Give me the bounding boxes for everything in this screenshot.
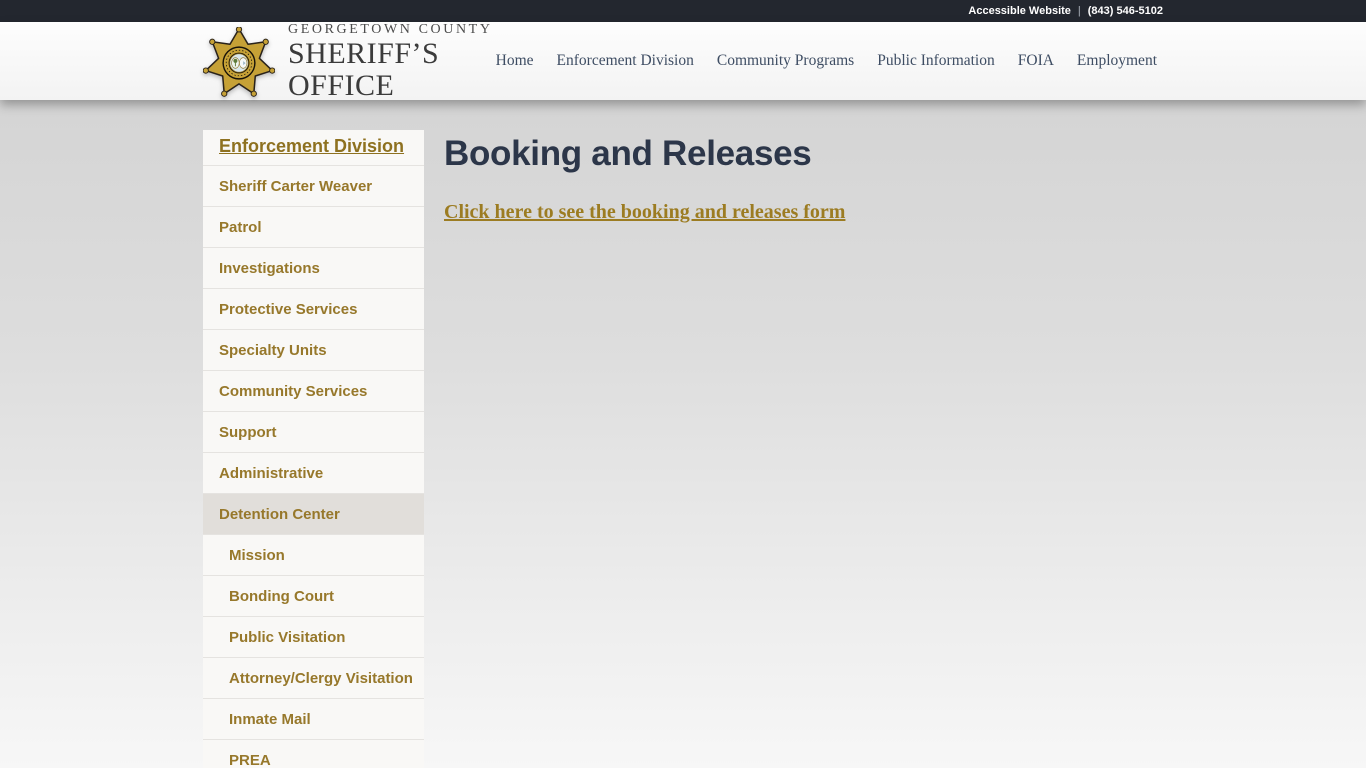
sidebar-header-enforcement-division[interactable]: Enforcement Division	[203, 130, 424, 166]
sidebar-items: Sheriff Carter Weaver Patrol Investigation…	[203, 166, 424, 768]
main-content: Booking and Releases Click here to see t…	[444, 130, 845, 224]
sidebar-item-sheriff-carter-weaver[interactable]: Sheriff Carter Weaver	[203, 166, 424, 207]
nav-item-community-programs[interactable]: Community Programs	[717, 52, 854, 70]
accessible-website-link[interactable]: Accessible Website	[968, 5, 1071, 17]
topbar: Accessible Website | (843) 546-5102	[0, 0, 1366, 22]
nav-item-foia[interactable]: FOIA	[1018, 52, 1054, 70]
logo-office-text: SHERIFF’S OFFICE	[288, 37, 440, 102]
sidebar-item-mission[interactable]: Mission	[203, 535, 424, 576]
booking-releases-form-link[interactable]: Click here to see the booking and releas…	[444, 201, 845, 224]
nav-item-employment[interactable]: Employment	[1077, 52, 1157, 70]
site-header: GEORGETOWN COUNTY SHERIFF’S OFFICE Home E…	[0, 22, 1366, 101]
sheriff-star-badge-icon	[203, 26, 275, 99]
page-title: Booking and Releases	[444, 134, 812, 173]
sidebar-item-attorney-clergy-visitation[interactable]: Attorney/Clergy Visitation	[203, 658, 424, 699]
main-nav: Home Enforcement Division Community Progra…	[496, 52, 1163, 70]
sidebar-item-community-services[interactable]: Community Services	[203, 371, 424, 412]
nav-item-enforcement-division[interactable]: Enforcement Division	[557, 52, 694, 70]
content-area: Enforcement Division Sheriff Carter Weav…	[203, 100, 1163, 768]
sidebar-item-public-visitation[interactable]: Public Visitation	[203, 617, 424, 658]
sidebar-item-specialty-units[interactable]: Specialty Units	[203, 330, 424, 371]
sidebar-item-bonding-court[interactable]: Bonding Court	[203, 576, 424, 617]
sidebar-item-patrol[interactable]: Patrol	[203, 207, 424, 248]
sidebar: Enforcement Division Sheriff Carter Weav…	[203, 130, 424, 768]
nav-item-home[interactable]: Home	[496, 52, 534, 70]
logo-text: GEORGETOWN COUNTY SHERIFF’S OFFICE	[288, 22, 496, 101]
logo[interactable]: GEORGETOWN COUNTY SHERIFF’S OFFICE	[203, 22, 496, 101]
sidebar-item-protective-services[interactable]: Protective Services	[203, 289, 424, 330]
phone-number: (843) 546-5102	[1087, 5, 1163, 17]
nav-item-public-information[interactable]: Public Information	[877, 52, 995, 70]
page: Accessible Website | (843) 546-5102 GEOR…	[0, 0, 1366, 768]
sidebar-item-support[interactable]: Support	[203, 412, 424, 453]
logo-county-text: GEORGETOWN COUNTY	[288, 22, 493, 37]
sidebar-item-detention-center[interactable]: Detention Center	[203, 494, 424, 535]
sidebar-item-prea[interactable]: PREA	[203, 740, 424, 768]
sidebar-item-inmate-mail[interactable]: Inmate Mail	[203, 699, 424, 740]
topbar-separator: |	[1077, 5, 1081, 17]
sidebar-item-administrative[interactable]: Administrative	[203, 453, 424, 494]
sidebar-item-investigations[interactable]: Investigations	[203, 248, 424, 289]
